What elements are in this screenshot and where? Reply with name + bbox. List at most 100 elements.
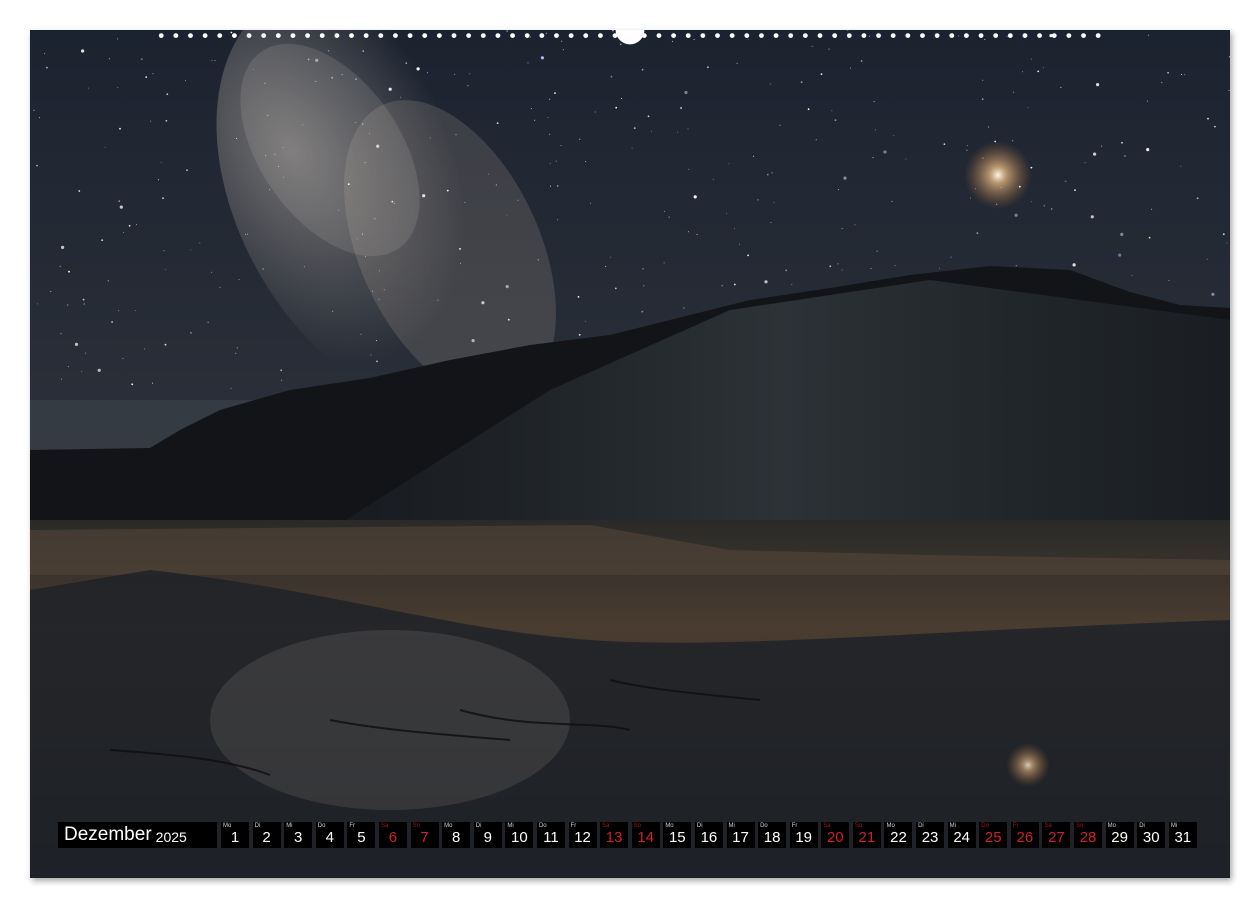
star <box>281 379 283 381</box>
star <box>355 78 357 80</box>
day-number: 8 <box>451 829 461 846</box>
star <box>68 270 70 273</box>
star <box>108 58 110 60</box>
star <box>506 30 509 32</box>
star <box>560 145 562 146</box>
star <box>1074 189 1076 192</box>
star <box>1151 208 1153 210</box>
star <box>429 137 431 139</box>
star <box>422 194 426 198</box>
star <box>481 301 485 305</box>
star <box>766 173 769 176</box>
star <box>460 262 461 264</box>
star <box>663 262 665 264</box>
star <box>1050 208 1053 210</box>
star <box>1124 155 1126 157</box>
star <box>459 248 461 250</box>
star <box>165 119 168 122</box>
star <box>849 67 851 69</box>
star <box>117 86 119 88</box>
day-number: 17 <box>732 829 749 846</box>
star <box>791 283 793 285</box>
star <box>807 108 810 111</box>
star <box>958 35 960 37</box>
star <box>707 66 709 69</box>
star <box>820 73 823 75</box>
star <box>837 263 839 265</box>
star <box>165 269 167 271</box>
star <box>376 144 380 148</box>
star <box>1030 166 1033 169</box>
star <box>757 199 759 201</box>
star <box>360 333 362 335</box>
star <box>163 250 165 252</box>
star <box>464 202 466 203</box>
star <box>1184 74 1186 76</box>
star <box>976 232 979 235</box>
star <box>123 232 125 233</box>
star <box>734 228 736 230</box>
star <box>376 340 377 342</box>
day-cell: Mo 22 <box>884 822 913 848</box>
night-sky-photo <box>30 30 1230 878</box>
star <box>119 205 123 209</box>
star <box>549 163 551 164</box>
star <box>594 111 596 113</box>
star <box>1064 180 1067 183</box>
star <box>315 80 317 82</box>
star <box>579 138 581 140</box>
star <box>527 62 529 64</box>
star <box>44 53 46 55</box>
star <box>356 238 358 240</box>
star <box>1214 125 1216 128</box>
day-number: 11 <box>543 829 559 846</box>
star <box>1015 265 1017 267</box>
star <box>1168 280 1170 282</box>
star <box>391 200 394 203</box>
star <box>883 150 887 154</box>
day-cell: Mi 10 <box>505 822 534 848</box>
day-cell: Di 9 <box>473 822 502 848</box>
star <box>1148 236 1151 239</box>
star <box>1146 148 1150 152</box>
star <box>488 173 490 175</box>
star <box>1090 215 1094 219</box>
star <box>1006 35 1008 37</box>
day-cell: Sa 20 <box>821 822 850 848</box>
star <box>143 348 145 350</box>
day-cell: Sa 27 <box>1042 822 1071 848</box>
star <box>747 38 749 40</box>
day-cell: Do 4 <box>315 822 344 848</box>
day-number: 12 <box>574 829 591 846</box>
star <box>364 162 366 164</box>
star <box>728 163 730 165</box>
star <box>687 231 689 233</box>
day-number: 19 <box>795 829 813 846</box>
star <box>769 83 771 85</box>
day-number: 29 <box>1111 829 1128 846</box>
star <box>282 176 284 178</box>
star <box>85 352 87 354</box>
star <box>150 120 152 122</box>
star <box>873 101 875 103</box>
day-number: 25 <box>984 829 1002 846</box>
star <box>211 60 213 62</box>
star <box>982 157 984 159</box>
star <box>211 271 213 273</box>
star <box>668 216 670 218</box>
star <box>119 127 121 130</box>
star <box>355 122 357 124</box>
star <box>277 166 279 167</box>
star <box>81 49 85 53</box>
star <box>870 267 872 269</box>
star <box>555 160 557 162</box>
star <box>1118 253 1122 257</box>
star <box>238 279 240 281</box>
day-number: 31 <box>1174 829 1192 846</box>
star <box>829 265 832 268</box>
day-cell: Di 23 <box>916 822 945 848</box>
star <box>1206 258 1208 260</box>
star <box>152 73 154 75</box>
star <box>505 285 509 289</box>
calendar-strip: Dezember 2025 Mo 1 Di 2 Mi 3 Do 4 Fr 5 Sa 6 So 7 Mo 8 Di… <box>58 822 1200 848</box>
